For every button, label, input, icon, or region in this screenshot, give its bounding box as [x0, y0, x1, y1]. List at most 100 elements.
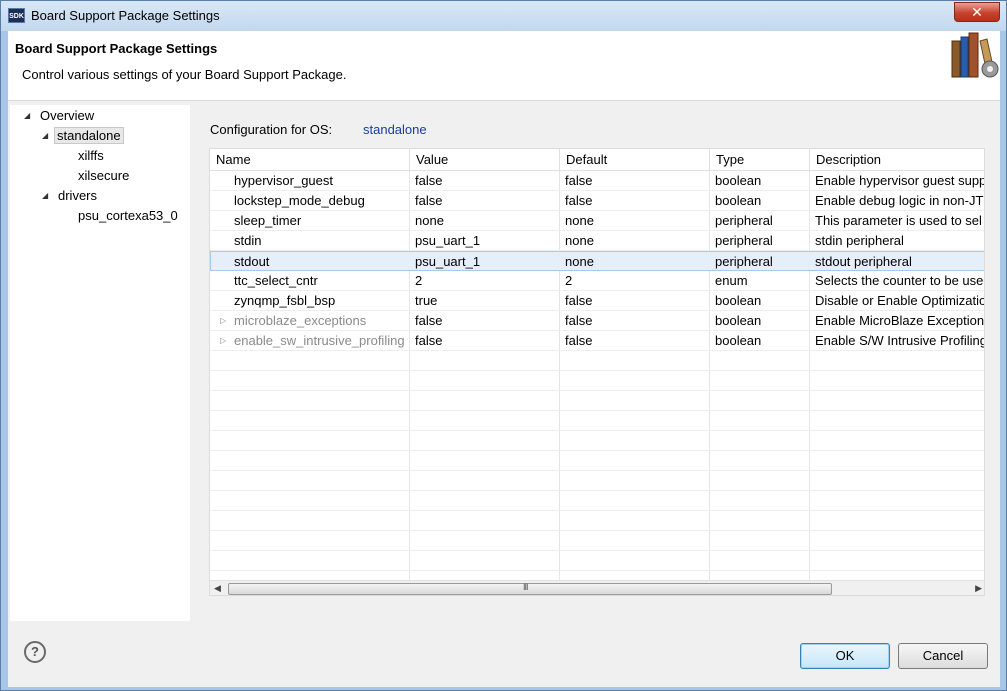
- cell-value[interactable]: 2: [410, 271, 560, 291]
- table-row[interactable]: hypervisor_guest false false boolean Ena…: [210, 171, 985, 191]
- cell-type: peripheral: [715, 213, 773, 228]
- table-row[interactable]: zynqmp_fsbl_bsp true false boolean Disab…: [210, 291, 985, 311]
- cell-value[interactable]: false: [410, 331, 560, 351]
- tree-item-psu-cortexa53-0[interactable]: psu_cortexa53_0: [76, 207, 180, 227]
- scroll-left-arrow-icon[interactable]: ◀: [214, 583, 221, 594]
- cell-description: Enable MicroBlaze Exceptions: [815, 313, 985, 328]
- cell-description: stdout peripheral: [815, 254, 912, 269]
- cell-name: zynqmp_fsbl_bsp: [234, 293, 336, 308]
- table-row[interactable]: ▷ microblaze_exceptions false false bool…: [210, 311, 985, 331]
- cell-default: 2: [565, 273, 573, 288]
- tree-item-label: psu_cortexa53_0: [78, 208, 178, 223]
- cell-description: Enable debug logic in non-JT: [815, 193, 984, 208]
- table-row[interactable]: lockstep_mode_debug false false boolean …: [210, 191, 984, 211]
- close-button[interactable]: ✕: [954, 2, 1000, 22]
- empty-row: [210, 351, 984, 371]
- cancel-button[interactable]: Cancel: [898, 643, 988, 669]
- empty-row: [210, 411, 984, 431]
- title-bar[interactable]: SDK Board Support Package Settings ✕: [1, 1, 1006, 31]
- cell-description: stdin peripheral: [815, 233, 904, 248]
- tree-item-xilffs[interactable]: xilffs: [76, 147, 106, 167]
- cell-value[interactable]: none: [410, 211, 560, 231]
- cell-description: This parameter is used to sel: [815, 213, 982, 228]
- cell-value[interactable]: false: [410, 191, 560, 211]
- table-row[interactable]: stdin psu_uart_1 none peripheral stdin p…: [210, 231, 984, 251]
- cell-description: Enable hypervisor guest supp: [815, 173, 985, 188]
- expand-arrow-icon[interactable]: ▷: [220, 331, 226, 350]
- table-header: Name Value Default Type Description: [210, 149, 984, 171]
- config-os-value: standalone: [363, 122, 427, 137]
- horizontal-scrollbar[interactable]: ◀ III ▶: [210, 580, 984, 595]
- cell-name: enable_sw_intrusive_profiling: [234, 333, 405, 348]
- cell-value[interactable]: psu_uart_1: [410, 231, 560, 251]
- settings-panel: Configuration for OS: standalone Name Va…: [201, 105, 1000, 621]
- cell-default: false: [565, 333, 593, 348]
- cell-name: microblaze_exceptions: [234, 313, 367, 328]
- cell-description: Enable S/W Intrusive Profiling: [815, 333, 985, 348]
- column-header-default[interactable]: Default: [560, 149, 710, 171]
- sdk-logo-icon: SDK: [8, 8, 25, 23]
- table-row[interactable]: ttc_select_cntr 2 2 enum Selects the cou…: [210, 271, 984, 291]
- bsp-tree[interactable]: ◢ Overview ◢ standalone xilffs xilsecure…: [10, 105, 190, 621]
- empty-row: [210, 511, 984, 531]
- cell-value[interactable]: psu_uart_1: [410, 252, 560, 272]
- cell-type: enum: [715, 273, 748, 288]
- cell-value[interactable]: true: [410, 291, 560, 311]
- tree-item-drivers[interactable]: ◢ drivers: [40, 187, 99, 207]
- table-row[interactable]: ▷ enable_sw_intrusive_profiling false fa…: [210, 331, 985, 351]
- cell-description: Selects the counter to be use: [815, 273, 984, 288]
- expand-arrow-icon[interactable]: ▷: [220, 311, 226, 330]
- scrollbar-thumb[interactable]: III: [228, 582, 832, 595]
- tree-item-xilsecure[interactable]: xilsecure: [76, 167, 131, 187]
- tree-item-standalone[interactable]: ◢ standalone: [40, 127, 124, 147]
- tree-item-label: xilffs: [78, 148, 104, 163]
- expand-arrow-icon[interactable]: ◢: [42, 187, 48, 205]
- cell-name: sleep_timer: [234, 213, 302, 228]
- header-description: Control various settings of your Board S…: [22, 67, 347, 82]
- cell-type: peripheral: [715, 233, 773, 248]
- empty-row: [210, 471, 984, 491]
- table-row[interactable]: sleep_timer none none peripheral This pa…: [210, 211, 984, 231]
- dialog-header: Board Support Package Settings Control v…: [8, 31, 1000, 101]
- expand-arrow-icon[interactable]: ◢: [42, 127, 48, 145]
- cell-name: hypervisor_guest: [234, 173, 333, 188]
- help-icon[interactable]: ?: [24, 641, 46, 663]
- empty-row: [210, 551, 984, 571]
- cell-default: none: [565, 233, 594, 248]
- library-settings-icon: [951, 32, 999, 78]
- cell-type: peripheral: [715, 254, 773, 269]
- column-header-name[interactable]: Name: [210, 149, 410, 171]
- cell-name: stdin: [234, 233, 262, 248]
- empty-row: [210, 371, 984, 391]
- cell-default: false: [565, 293, 593, 308]
- cell-type: boolean: [715, 173, 762, 188]
- cell-value[interactable]: false: [410, 311, 560, 331]
- cell-default: false: [565, 173, 593, 188]
- tree-item-label: drivers: [58, 188, 98, 203]
- dialog-window: SDK Board Support Package Settings ✕ Boa…: [0, 0, 1007, 691]
- tree-item-overview[interactable]: ◢ Overview: [20, 107, 96, 127]
- cell-type: boolean: [715, 293, 762, 308]
- cell-name: lockstep_mode_debug: [234, 193, 365, 208]
- column-header-type[interactable]: Type: [710, 149, 810, 171]
- table-row-selected[interactable]: stdout psu_uart_1 none peripheral stdout…: [210, 251, 984, 272]
- cell-default: false: [565, 313, 593, 328]
- column-header-value[interactable]: Value: [410, 149, 560, 171]
- settings-table[interactable]: Name Value Default Type Description hype…: [209, 148, 985, 596]
- ok-button[interactable]: OK: [800, 643, 890, 669]
- scroll-right-arrow-icon[interactable]: ▶: [975, 583, 982, 594]
- column-header-description[interactable]: Description: [810, 149, 984, 171]
- cell-value[interactable]: false: [410, 171, 560, 191]
- cell-name: ttc_select_cntr: [234, 273, 318, 288]
- empty-row: [210, 451, 984, 471]
- empty-row: [210, 391, 984, 411]
- empty-row: [210, 431, 984, 451]
- cell-description: Disable or Enable Optimizatio: [815, 293, 985, 308]
- empty-row: [210, 491, 984, 511]
- cell-type: boolean: [715, 333, 762, 348]
- window-title: Board Support Package Settings: [31, 8, 220, 23]
- expand-arrow-icon[interactable]: ◢: [24, 107, 30, 125]
- cell-default: none: [565, 213, 594, 228]
- tree-item-label: standalone: [54, 127, 124, 144]
- cell-type: boolean: [715, 313, 762, 328]
